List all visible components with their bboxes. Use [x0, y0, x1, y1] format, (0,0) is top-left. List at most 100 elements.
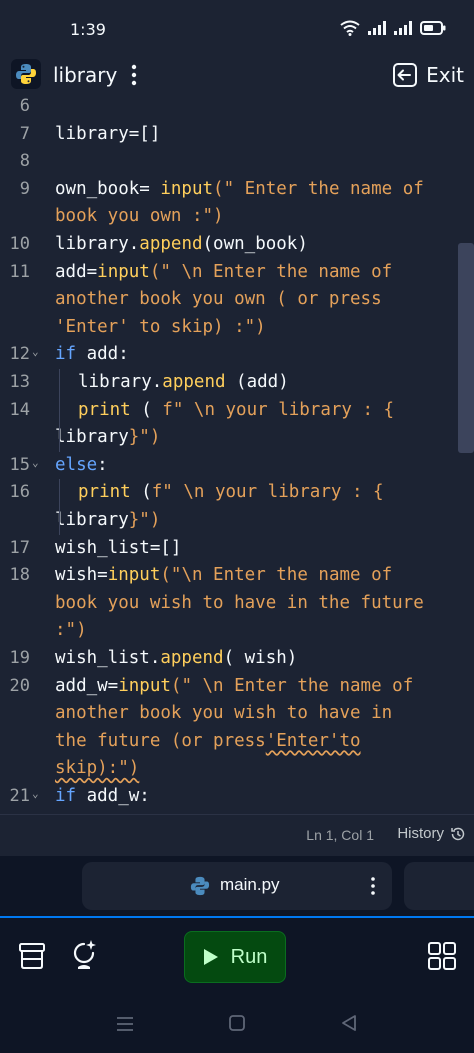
code-token: (own_book)	[202, 234, 308, 254]
ai-assistant-icon[interactable]	[70, 938, 98, 972]
code-text: another book you wish to have in	[55, 700, 392, 728]
file-tab-next[interactable]	[404, 862, 474, 910]
repl-name[interactable]: library	[53, 63, 117, 87]
python-file-icon	[190, 876, 210, 896]
exit-button[interactable]: Exit	[392, 60, 464, 90]
code-token: print	[78, 399, 131, 420]
code-line[interactable]: the future (or press'Enter'to	[0, 728, 474, 756]
exit-icon	[393, 63, 418, 87]
home-icon[interactable]	[229, 1015, 245, 1031]
code-line[interactable]: 21 ⌄ if add_w:	[0, 783, 474, 811]
code-token: if	[55, 344, 77, 365]
code-token: add_w:	[76, 786, 150, 806]
recent-apps-icon[interactable]	[116, 1016, 134, 1032]
code-line[interactable]: 18 wish=input("\n Enter the name of	[0, 562, 474, 590]
code-line[interactable]: 19 wish_list.append( wish)	[0, 645, 474, 673]
signal-icon-2	[394, 21, 412, 35]
line-number: 21	[9, 786, 30, 806]
fold-chevron-icon[interactable]: ⌄	[32, 338, 44, 366]
code-line[interactable]: another book you own ( or press	[0, 286, 474, 314]
code-token: :")	[55, 620, 87, 641]
code-line[interactable]: library}")	[0, 424, 474, 452]
line-number: 13	[9, 372, 30, 392]
code-token: }")	[128, 427, 161, 448]
code-token: library=[]	[55, 123, 161, 144]
code-line[interactable]: 12 ⌄ if add:	[0, 341, 474, 369]
code-text: else:	[55, 452, 108, 480]
code-token: (" \n Enter the name of	[149, 261, 393, 282]
code-line[interactable]: 10 library.append(own_book)	[0, 231, 474, 259]
database-icon[interactable]	[18, 942, 46, 970]
code-text: print ( f" \n your library : {	[78, 397, 394, 425]
line-number: 12	[9, 344, 30, 365]
code-line[interactable]: 7 library=[]	[0, 121, 474, 149]
history-icon	[451, 827, 465, 840]
code-line[interactable]: library}")	[0, 507, 474, 535]
code-text: library.append (add)	[78, 369, 289, 397]
more-options-icon[interactable]	[128, 62, 140, 88]
code-line[interactable]: 'Enter' to skip) :")	[0, 314, 474, 342]
code-line[interactable]: 16 print (f" \n your library : {	[0, 479, 474, 507]
code-text: skip):")	[55, 755, 139, 783]
code-token: book you wish to have in the future	[55, 592, 424, 613]
code-text: wish_list.append( wish)	[55, 645, 297, 673]
code-token: (" \n Enter the name of	[170, 675, 414, 696]
fold-chevron-icon[interactable]: ⌄	[32, 449, 44, 477]
code-line[interactable]: book you wish to have in the future	[0, 590, 474, 618]
code-token: library	[55, 510, 129, 530]
history-button[interactable]: History	[397, 825, 466, 842]
code-line[interactable]: 13 library.append (add)	[0, 369, 474, 397]
status-time: 1:39	[70, 20, 106, 39]
line-number: 7	[19, 123, 30, 144]
code-token: (	[130, 399, 163, 420]
code-line[interactable]: 14 print ( f" \n your library : {	[0, 397, 474, 425]
code-token: }")	[128, 510, 161, 530]
code-text: library.append(own_book)	[55, 231, 308, 259]
signal-icon	[368, 21, 386, 35]
code-token: if	[55, 786, 77, 806]
code-text: library=[]	[55, 121, 160, 149]
code-text: wish=input("\n Enter the name of	[55, 562, 392, 590]
play-icon	[203, 949, 218, 965]
run-label: Run	[230, 945, 268, 968]
code-text: library}")	[55, 507, 160, 535]
code-token: f" \n your library : {	[162, 399, 395, 420]
editor-status-bar: Ln 1, Col 1 History	[0, 814, 474, 856]
code-line[interactable]: 20 add_w=input(" \n Enter the name of	[0, 673, 474, 701]
code-line[interactable]: book you own :")	[0, 203, 474, 231]
code-line[interactable]: :")	[0, 617, 474, 645]
code-line[interactable]: 11 add=input(" \n Enter the name of	[0, 259, 474, 287]
code-line[interactable]: 17 wish_list=[]	[0, 535, 474, 563]
fold-chevron-icon[interactable]: ⌄	[32, 780, 44, 808]
python-logo-icon[interactable]	[11, 59, 41, 89]
code-line[interactable]: 15 ⌄ else:	[0, 452, 474, 480]
code-line[interactable]: 6	[0, 98, 474, 121]
code-line[interactable]: 9 own_book= input(" Enter the name of	[0, 176, 474, 204]
line-number: 14	[9, 399, 30, 420]
tools-grid-icon[interactable]	[428, 942, 456, 970]
tab-options-icon[interactable]	[370, 874, 376, 898]
code-token: the future (or press	[55, 730, 266, 751]
run-button[interactable]: Run	[184, 931, 286, 983]
code-token: ("\n Enter the name of	[160, 565, 393, 586]
code-token: wish_list=[]	[55, 537, 182, 558]
code-token: else	[55, 454, 98, 475]
code-text: if add:	[55, 341, 129, 369]
battery-icon	[420, 21, 446, 35]
line-number: 11	[9, 261, 30, 282]
file-tab-main[interactable]: main.py	[82, 862, 392, 910]
code-line[interactable]: 8	[0, 148, 474, 176]
code-token: append	[139, 234, 203, 254]
line-number: 19	[9, 648, 30, 668]
wifi-icon	[340, 20, 360, 36]
line-number: 8	[19, 151, 30, 172]
code-token: add=	[55, 261, 98, 282]
code-line[interactable]: another book you wish to have in	[0, 700, 474, 728]
code-token: :	[97, 454, 108, 475]
code-text: add=input(" \n Enter the name of	[55, 259, 392, 287]
code-text: 'Enter' to skip) :")	[55, 314, 266, 342]
code-line[interactable]: skip):")	[0, 755, 474, 783]
code-text: print (f" \n your library : {	[78, 479, 384, 507]
code-editor[interactable]: 6 7 library=[] 8 9 own_book= input(" Enter th…	[0, 98, 474, 814]
back-icon[interactable]	[341, 1015, 357, 1031]
